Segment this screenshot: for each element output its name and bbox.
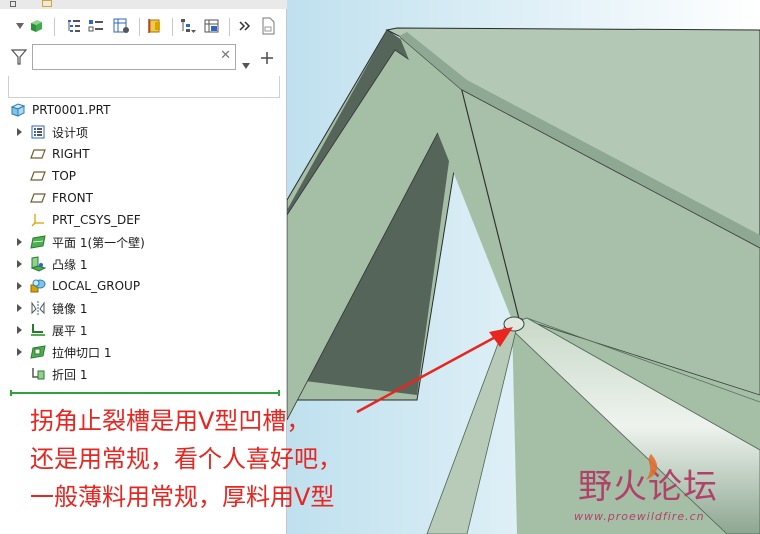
tree-item[interactable]: 折回 1 (0, 363, 285, 385)
expand-arrow-icon[interactable] (15, 282, 23, 290)
tree-item[interactable]: 凸缘 1 (0, 253, 285, 275)
insert-feature-icon[interactable] (145, 16, 165, 36)
expand-arrow-icon[interactable] (15, 304, 23, 312)
table-view-icon[interactable] (202, 16, 222, 36)
tree-item-label: RIGHT (52, 147, 90, 161)
tree-item[interactable]: FRONT (0, 187, 285, 209)
local-group-icon (30, 278, 46, 294)
toolbar-separator (172, 18, 173, 36)
tree-item-label: TOP (52, 169, 77, 183)
watermark-url: www.proewildfire.cn (574, 510, 705, 523)
tree-header-area (8, 76, 280, 98)
tree-item[interactable]: RIGHT (0, 143, 285, 165)
tree-item-label: 设计项 (52, 125, 89, 140)
tree-item-label: FRONT (52, 191, 93, 205)
flame-logo-icon (646, 454, 658, 480)
tree-item[interactable]: 镜像 1 (0, 297, 285, 319)
bend-back-icon (30, 366, 46, 382)
expand-arrow-icon[interactable] (15, 348, 23, 356)
annotation-callout: 拐角止裂槽是用V型凹槽， 还是用常规，看个人喜好吧， 一般薄料用常规，厚料用V型 (30, 402, 342, 516)
sheetmetal-model-view[interactable] (287, 0, 760, 534)
callout-line-2: 还是用常规，看个人喜好吧， (30, 445, 342, 473)
coordinate-system-icon (30, 212, 46, 228)
tree-item-label: 拉伸切口 1 (52, 345, 112, 360)
extrude-cut-icon (30, 344, 46, 360)
expand-arrow-icon[interactable] (15, 238, 23, 246)
mirror-icon (30, 300, 46, 316)
model-tree-toolbar (0, 12, 287, 42)
tree-item-label: LOCAL_GROUP (52, 279, 141, 293)
expand-arrow-icon[interactable] (15, 128, 23, 136)
tree-item[interactable]: 拉伸切口 1 (0, 341, 285, 363)
tree-item[interactable]: 平面 1(第一个壁) (0, 231, 285, 253)
tree-item-label: 镜像 1 (52, 301, 88, 316)
unbend-icon (30, 322, 46, 338)
tree-item[interactable]: 展平 1 (0, 319, 285, 341)
more-tools-icon[interactable] (235, 16, 255, 36)
tree-item-label: 平面 1(第一个壁) (52, 235, 145, 250)
insert-here-indicator[interactable] (10, 390, 280, 396)
datum-plane-icon (30, 190, 46, 206)
tree-item[interactable]: TOP (0, 165, 285, 187)
filter-funnel-icon[interactable] (10, 49, 28, 69)
expand-arrow-icon[interactable] (15, 326, 23, 334)
callout-line-3: 一般薄料用常规，厚料用V型 (30, 483, 335, 511)
add-filter-icon[interactable] (261, 49, 273, 68)
datum-plane-icon (30, 168, 46, 184)
toolbar-separator (229, 18, 230, 36)
tree-item-label: 凸缘 1 (52, 257, 88, 272)
filter-dropdown-icon[interactable] (242, 54, 250, 73)
tree-item-label: 展平 1 (52, 323, 88, 338)
panel-tab-strip (0, 0, 287, 9)
tree-root[interactable]: PRT0001.PRT (0, 99, 285, 121)
tree-item[interactable]: PRT_CSYS_DEF (0, 209, 285, 231)
datum-plane-icon (30, 146, 46, 162)
document-icon[interactable] (258, 16, 278, 36)
tree-item[interactable]: LOCAL_GROUP (0, 275, 285, 297)
flange-icon (30, 256, 46, 272)
design-items-icon (30, 124, 46, 140)
toolbar-separator (54, 18, 55, 36)
dropdown-arrow-icon[interactable] (14, 16, 26, 36)
search-input[interactable] (37, 48, 217, 66)
callout-line-1: 拐角止裂槽是用V型凹槽， (30, 407, 311, 435)
model-tree-tab-icon[interactable] (10, 1, 16, 7)
tree-columns-icon[interactable] (64, 16, 84, 36)
part-icon (10, 102, 26, 118)
tree-settings-icon[interactable] (112, 16, 132, 36)
tree-item[interactable]: 设计项 (0, 121, 285, 143)
search-box[interactable]: ✕ (32, 44, 236, 70)
part-cube-icon[interactable] (26, 16, 46, 36)
tree-item-label: PRT0001.PRT (32, 103, 111, 117)
planar-wall-icon (30, 234, 46, 250)
graphics-viewport[interactable] (287, 0, 760, 534)
toolbar-separator (139, 18, 140, 36)
clear-search-icon[interactable]: ✕ (220, 48, 231, 63)
folder-tab-icon[interactable] (42, 0, 52, 7)
expand-arrow-icon[interactable] (15, 260, 23, 268)
tree-item-label: PRT_CSYS_DEF (52, 213, 141, 227)
tree-item-label: 折回 1 (52, 367, 88, 382)
layer-tree-icon[interactable] (178, 16, 198, 36)
show-filter-icon[interactable] (86, 16, 106, 36)
